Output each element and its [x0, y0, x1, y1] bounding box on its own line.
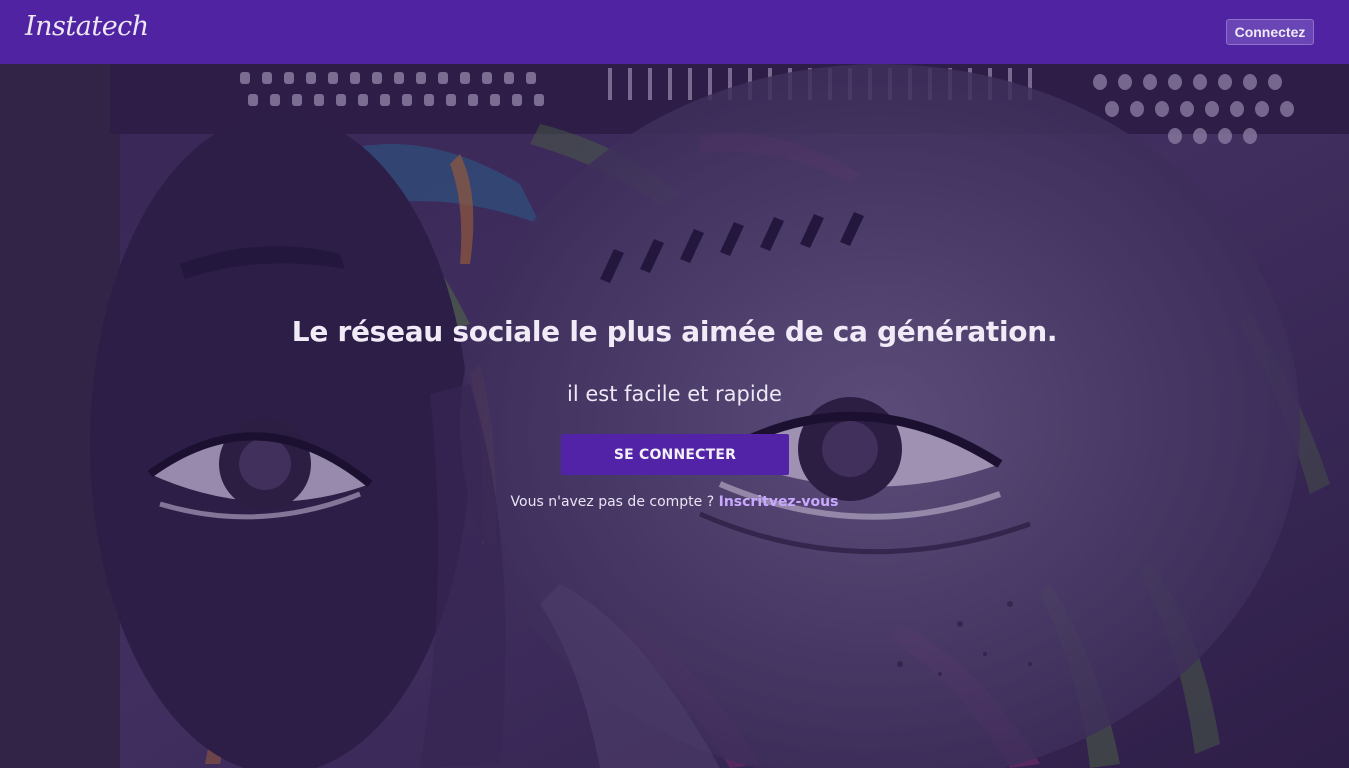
signup-prompt: Vous n'avez pas de compte ? Inscritvez-v… [0, 494, 1349, 510]
login-cta-button[interactable]: SE CONNECTER [561, 434, 789, 475]
nav-login-button[interactable]: Connectez [1226, 19, 1314, 45]
hero-headline: Le réseau sociale le plus aimée de ca gé… [291, 315, 1058, 348]
landing-page: Instatech Connectez Le réseau sociale le… [0, 0, 1349, 768]
signup-prompt-text: Vous n'avez pas de compte ? [510, 494, 715, 510]
signup-link[interactable]: Inscritvez-vous [719, 494, 839, 510]
hero-subheadline: il est facile et rapide [567, 382, 782, 406]
brand-logo[interactable]: Instatech [25, 11, 149, 42]
top-navbar: Instatech Connectez [0, 0, 1349, 64]
hero-section: Le réseau sociale le plus aimée de ca gé… [0, 64, 1349, 768]
hero-content: Le réseau sociale le plus aimée de ca gé… [0, 64, 1349, 768]
